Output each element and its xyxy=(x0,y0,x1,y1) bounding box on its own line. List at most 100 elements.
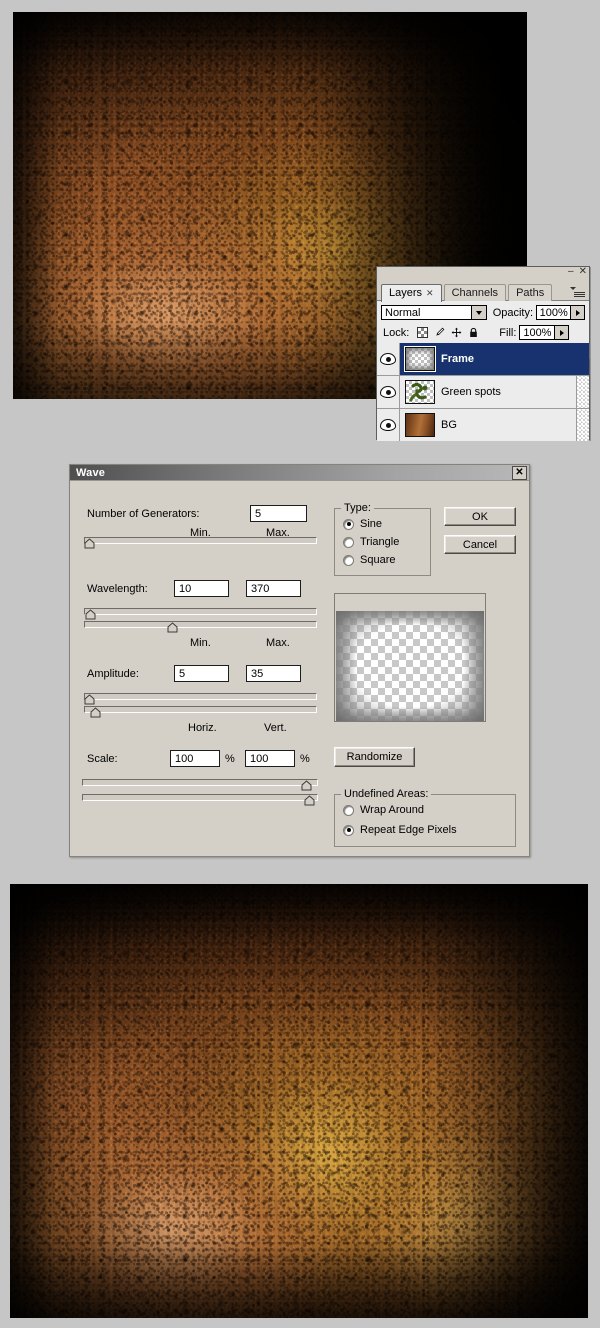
tab-channels[interactable]: Channels xyxy=(444,284,506,301)
transparency-checker-icon[interactable] xyxy=(417,327,428,338)
wavelength-max-slider[interactable] xyxy=(84,621,317,629)
layers-panel[interactable]: – ✕ Layers✕ Channels Paths Normal Opacit… xyxy=(376,266,590,440)
opacity-label: Opacity: xyxy=(493,307,533,319)
slider-thumb[interactable] xyxy=(301,780,312,791)
brush-icon[interactable] xyxy=(434,327,445,338)
wavelength-max-input[interactable]: 370 xyxy=(246,580,301,597)
amplitude-label: Amplitude: xyxy=(87,668,139,680)
fill-input[interactable]: 100% xyxy=(519,325,555,340)
radio-triangle[interactable]: Triangle xyxy=(343,536,399,548)
radio-wrap-around[interactable]: Wrap Around xyxy=(343,804,424,816)
tab-paths-label: Paths xyxy=(516,287,544,299)
radio-square[interactable]: Square xyxy=(343,554,395,566)
radio-button-icon[interactable] xyxy=(343,519,354,530)
radio-square-label: Square xyxy=(360,554,395,566)
layer-thumbnail-green-spots[interactable] xyxy=(405,380,435,404)
wavelength-max-value: 370 xyxy=(251,583,269,595)
wave-dialog[interactable]: Wave ✕ Number of Generators: 5 Min. Max.… xyxy=(69,464,530,857)
slider-thumb[interactable] xyxy=(84,538,95,549)
undefined-areas-group: Undefined Areas: Wrap Around Repeat Edge… xyxy=(334,794,516,847)
wavelength-min-header: Min. xyxy=(190,527,211,539)
slider-thumb[interactable] xyxy=(90,707,101,718)
layer-list[interactable]: Frame Green spots BG xyxy=(377,343,589,441)
padlock-icon[interactable] xyxy=(468,327,479,338)
amplitude-max-slider[interactable] xyxy=(84,706,317,714)
opacity-value: 100% xyxy=(540,307,568,319)
fill-stepper-icon[interactable] xyxy=(555,325,569,340)
cancel-button[interactable]: Cancel xyxy=(444,535,516,554)
wavelength-label: Wavelength: xyxy=(87,583,148,595)
lock-icon-group[interactable] xyxy=(417,327,479,338)
randomize-button-label: Randomize xyxy=(347,751,403,763)
generators-input[interactable]: 5 xyxy=(250,505,307,522)
wavelength-min-slider[interactable] xyxy=(84,608,317,616)
radio-button-icon[interactable] xyxy=(343,805,354,816)
ok-button[interactable]: OK xyxy=(444,507,516,526)
close-icon[interactable]: ✕ xyxy=(512,466,527,480)
eye-icon[interactable] xyxy=(380,419,396,431)
minimize-icon[interactable]: – xyxy=(568,267,574,277)
eye-icon[interactable] xyxy=(380,386,396,398)
panel-menu-icon[interactable] xyxy=(570,285,586,299)
radio-button-icon[interactable] xyxy=(343,537,354,548)
layer-name: Green spots xyxy=(441,386,501,398)
radio-button-icon[interactable] xyxy=(343,825,354,836)
amplitude-max-value: 35 xyxy=(251,668,263,680)
wave-dialog-title: Wave xyxy=(76,467,105,479)
layer-row-bg[interactable]: BG xyxy=(377,409,589,441)
generators-value: 5 xyxy=(255,508,261,520)
wave-preview-box[interactable] xyxy=(334,593,486,722)
scale-vert-slider[interactable] xyxy=(82,794,318,802)
amplitude-min-slider[interactable] xyxy=(84,693,317,701)
chevron-down-icon[interactable] xyxy=(471,306,486,319)
slider-thumb[interactable] xyxy=(85,609,96,620)
preview-frame-vignette xyxy=(336,611,484,721)
scale-vert-input[interactable]: 100 xyxy=(245,750,295,767)
menu-line xyxy=(574,296,585,297)
layer-thumbnail-bg[interactable] xyxy=(405,413,435,437)
layer-thumbnail-frame[interactable] xyxy=(405,347,435,371)
layer-name: BG xyxy=(441,419,457,431)
fill-value: 100% xyxy=(523,327,551,339)
layers-panel-titlebar[interactable]: – ✕ xyxy=(377,267,589,281)
tab-close-icon[interactable]: ✕ xyxy=(426,288,434,298)
amplitude-min-input[interactable]: 5 xyxy=(174,665,229,682)
slider-thumb[interactable] xyxy=(167,622,178,633)
scale-vert-unit: % xyxy=(300,753,310,765)
layers-panel-tabbar[interactable]: Layers✕ Channels Paths xyxy=(377,281,589,301)
randomize-button[interactable]: Randomize xyxy=(334,747,415,767)
scale-horiz-input[interactable]: 100 xyxy=(170,750,220,767)
wave-dialog-titlebar[interactable]: Wave ✕ xyxy=(70,465,529,481)
wavelength-min-input[interactable]: 10 xyxy=(174,580,229,597)
radio-sine-label: Sine xyxy=(360,518,382,530)
layers-panel-window-controls[interactable]: – ✕ xyxy=(568,267,587,277)
type-group-title: Type: xyxy=(341,502,374,514)
move-icon[interactable] xyxy=(451,327,462,338)
slider-thumb[interactable] xyxy=(304,795,315,806)
layer-visibility-toggle[interactable] xyxy=(377,343,400,375)
scale-horiz-header: Horiz. xyxy=(188,722,217,734)
blend-mode-select[interactable]: Normal xyxy=(381,305,487,320)
tab-channels-label: Channels xyxy=(452,287,498,299)
rust-wave-frame-layer xyxy=(10,884,588,1318)
eye-icon[interactable] xyxy=(380,353,396,365)
radio-triangle-label: Triangle xyxy=(360,536,399,548)
radio-button-icon[interactable] xyxy=(343,555,354,566)
tab-paths[interactable]: Paths xyxy=(508,284,552,301)
layer-visibility-toggle[interactable] xyxy=(377,376,400,408)
blend-opacity-row: Normal Opacity: 100% xyxy=(377,301,589,323)
tab-layers[interactable]: Layers✕ xyxy=(381,284,442,302)
layer-row-green-spots[interactable]: Green spots xyxy=(377,376,589,409)
layer-row-frame[interactable]: Frame xyxy=(377,343,589,376)
slider-thumb[interactable] xyxy=(84,694,95,705)
radio-wrap-around-label: Wrap Around xyxy=(360,804,424,816)
amplitude-max-input[interactable]: 35 xyxy=(246,665,301,682)
radio-sine[interactable]: Sine xyxy=(343,518,382,530)
opacity-input[interactable]: 100% xyxy=(536,305,571,320)
close-icon[interactable]: ✕ xyxy=(579,267,587,277)
layer-visibility-toggle[interactable] xyxy=(377,409,400,441)
radio-repeat-edge-pixels[interactable]: Repeat Edge Pixels xyxy=(343,824,457,836)
opacity-stepper-icon[interactable] xyxy=(571,305,585,320)
scale-horiz-slider[interactable] xyxy=(82,779,318,787)
wavelength-min-value: 10 xyxy=(179,583,191,595)
